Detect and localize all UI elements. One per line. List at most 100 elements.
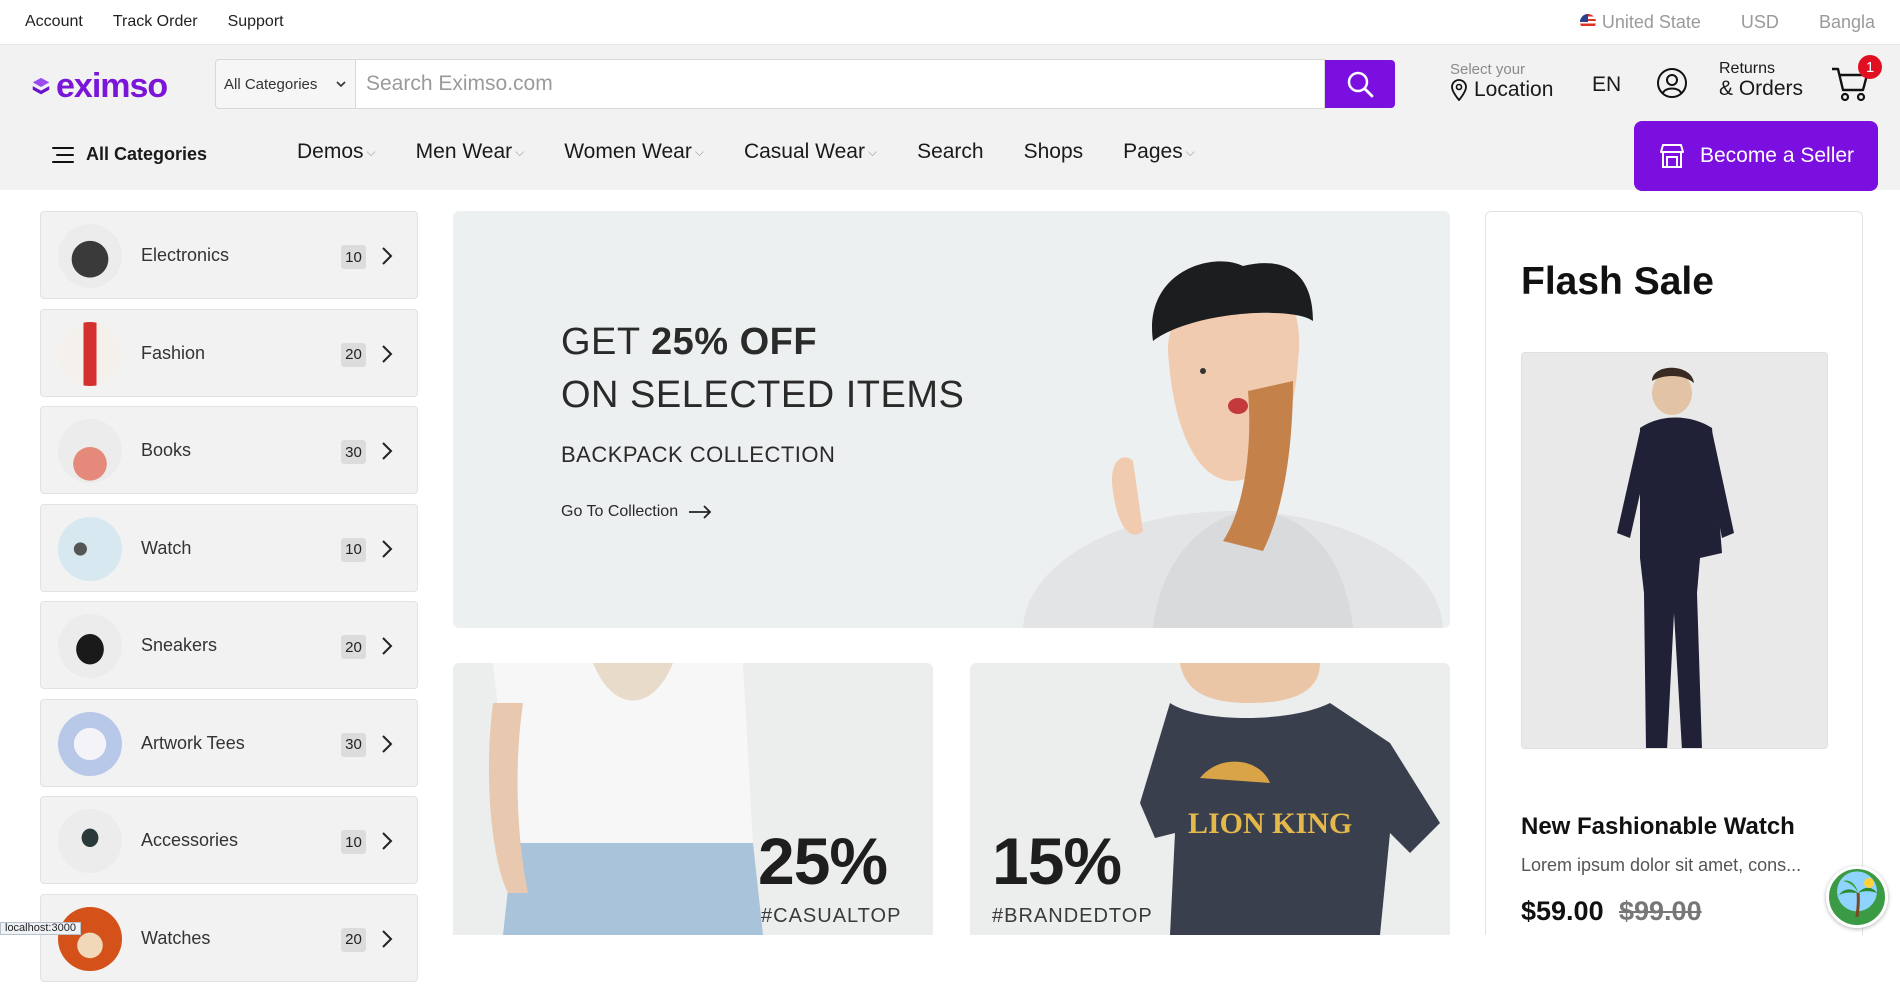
category-count: 30 (341, 440, 366, 464)
chevron-down-icon: ⌵ (867, 144, 878, 159)
store-icon (1659, 144, 1684, 168)
category-item-watch[interactable]: Watch 10 (40, 503, 418, 592)
category-thumbnail (58, 809, 122, 873)
country-selector[interactable]: United State (1579, 11, 1701, 33)
category-name: Watch (141, 537, 192, 558)
category-count: 10 (341, 245, 366, 269)
nav-item-search[interactable]: Search (917, 140, 984, 164)
svg-text:LION KING: LION KING (1188, 807, 1352, 840)
support-link[interactable]: Support (228, 13, 284, 31)
all-categories-menu[interactable]: All Categories (52, 144, 207, 165)
category-select[interactable]: All Categories (215, 59, 355, 109)
hero-prefix: GET (561, 321, 640, 363)
country-label: United State (1601, 11, 1701, 32)
location-label: Location (1474, 78, 1554, 101)
orders-small-label: Returns (1719, 60, 1776, 77)
promo-tile-casual[interactable]: 25% #CASUALTOP (453, 663, 933, 935)
chevron-right-icon (382, 637, 393, 655)
become-seller-button[interactable]: Become a Seller (1634, 121, 1878, 191)
flash-product-description: Lorem ipsum dolor sit amet, cons... (1521, 855, 1802, 875)
hero-collection-label: BACKPACK COLLECTION (561, 442, 836, 467)
chevron-down-icon: ⌵ (366, 144, 376, 159)
logo[interactable]: eximso (30, 67, 168, 106)
location-selector[interactable]: Select your Location (1450, 61, 1553, 102)
hero-line-1: GET 25% OFF (561, 321, 817, 364)
nav-menu: Demos ⌵ Men Wear ⌵ Women Wear ⌵ Casual Wear… (297, 140, 1195, 164)
category-count: 20 (341, 635, 366, 659)
nav-item-men-wear[interactable]: Men Wear ⌵ (416, 140, 525, 164)
search-input[interactable] (355, 59, 1325, 109)
category-thumbnail (58, 419, 122, 483)
chevron-right-icon (382, 832, 393, 850)
search-button[interactable] (1325, 60, 1395, 108)
nav-label: Women Wear (564, 140, 692, 163)
category-name: Artwork Tees (141, 732, 245, 753)
promo-tag: #CASUALTOP (761, 905, 902, 927)
category-count: 10 (341, 537, 366, 562)
category-thumbnail (58, 906, 122, 971)
category-select-label: All Categories (224, 75, 318, 93)
category-thumbnail (58, 614, 122, 678)
hero-model-image (1023, 261, 1443, 628)
us-flag-icon (1579, 13, 1596, 30)
all-categories-label: All Categories (86, 144, 208, 164)
nav-item-casual-wear[interactable]: Casual Wear ⌵ (744, 140, 877, 164)
chevron-right-icon (382, 734, 393, 753)
arrow-right-icon (689, 505, 712, 519)
category-count: 10 (341, 830, 366, 854)
flash-product-image[interactable] (1521, 352, 1828, 749)
nav-item-pages[interactable]: Pages ⌵ (1123, 140, 1195, 164)
user-icon (1657, 68, 1687, 98)
category-count: 20 (341, 342, 366, 367)
nav-label: Casual Wear (743, 140, 865, 163)
language-code[interactable]: EN (1592, 73, 1621, 97)
search-bar: All Categories (215, 59, 1395, 109)
account-link[interactable]: Account (25, 13, 83, 31)
category-item-accessories[interactable]: Accessories 10 (40, 796, 418, 884)
returns-orders-link[interactable]: Returns & Orders (1719, 60, 1804, 100)
category-item-books[interactable]: Books 30 (40, 406, 418, 494)
nav-item-demos[interactable]: Demos ⌵ (297, 140, 376, 164)
flash-product-old-price: $99.00 (1619, 896, 1702, 926)
track-order-link[interactable]: Track Order (113, 13, 198, 31)
category-item-watches[interactable]: Watches 20 (40, 893, 418, 982)
nav-label: Men Wear (415, 140, 513, 163)
top-bar: Account Track Order Support United State… (0, 0, 1900, 45)
promo-tag: #BRANDEDTOP (992, 905, 1153, 927)
account-button[interactable] (1656, 67, 1688, 104)
chevron-right-icon (382, 344, 393, 363)
hero-banner[interactable]: GET 25% OFF ON SELECTED ITEMS BACKPACK C… (453, 211, 1450, 628)
category-thumbnail (58, 711, 122, 776)
nav-item-women-wear[interactable]: Women Wear ⌵ (564, 140, 704, 164)
category-sidebar: Electronics 10 Fashion 20 Books 30 Watch… (40, 211, 418, 991)
logo-mark-icon (32, 77, 50, 94)
flash-sale-title: Flash Sale (1521, 260, 1714, 303)
category-thumbnail (58, 321, 122, 386)
nav-label: Search (917, 140, 984, 163)
chevron-right-icon (382, 442, 393, 460)
product-model-image (1617, 367, 1734, 748)
category-item-artwork-tees[interactable]: Artwork Tees 30 (40, 698, 418, 787)
nav-item-shops[interactable]: Shops (1024, 140, 1084, 164)
currency-selector[interactable]: USD (1741, 12, 1779, 33)
nav-label: Demos (297, 140, 364, 163)
language-selector[interactable]: Bangla (1819, 12, 1875, 33)
category-item-electronics[interactable]: Electronics 10 (40, 211, 418, 299)
palm-tree-icon (1839, 878, 1877, 918)
nav-label: Pages (1123, 140, 1183, 163)
category-name: Watches (141, 927, 211, 948)
logo-text: eximso (56, 67, 168, 105)
category-item-fashion[interactable]: Fashion 20 (40, 308, 418, 397)
go-to-collection-link[interactable]: Go To Collection (561, 503, 712, 521)
location-hint: Select your (1450, 61, 1526, 78)
category-name: Sneakers (141, 635, 218, 655)
promo-tile-branded[interactable]: LION KING 15% #BRANDEDTOP (970, 663, 1450, 935)
orders-big-label: & Orders (1719, 76, 1804, 100)
floating-chat-icon[interactable] (1826, 866, 1888, 928)
cart-count-badge: 1 (1858, 55, 1882, 79)
nav-label: Shops (1023, 140, 1084, 163)
flash-product-name[interactable]: New Fashionable Watch (1521, 813, 1795, 841)
cta-label: Go To Collection (561, 503, 679, 520)
category-name: Accessories (141, 830, 239, 850)
category-item-sneakers[interactable]: Sneakers 20 (40, 601, 418, 689)
